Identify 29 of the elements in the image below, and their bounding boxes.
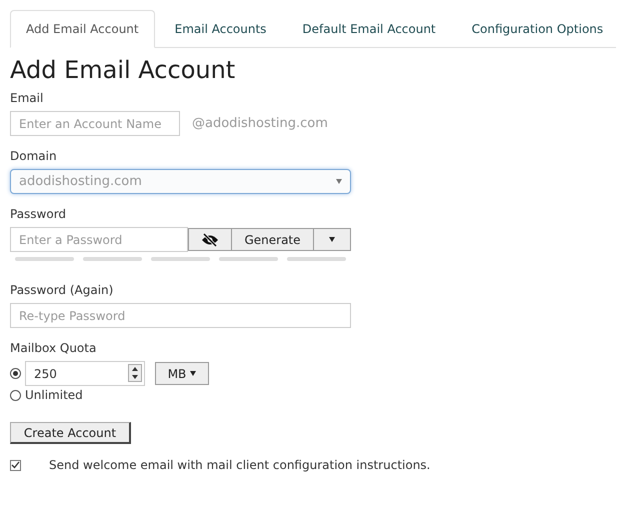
- caret-icon: [336, 179, 342, 184]
- field-label: Password (Again): [10, 283, 114, 297]
- tab[interactable]: Email Accounts: [158, 10, 282, 48]
- spinner-icon[interactable]: [127, 361, 145, 386]
- field-label: Domain: [10, 149, 58, 163]
- checkbox[interactable]: [10, 460, 21, 470]
- caret-icon: [190, 371, 196, 376]
- eye-slash-icon: [201, 232, 219, 246]
- radio-button[interactable]: [10, 368, 21, 379]
- quota-field[interactable]: 250: [25, 361, 127, 386]
- toggle-visibility-button[interactable]: [188, 228, 231, 251]
- tab[interactable]: Add Email Account: [10, 10, 155, 48]
- page-heading: Add Email Account: [10, 56, 236, 84]
- checkbox-label: Send welcome email with mail client configuration instructions.: [49, 458, 430, 472]
- field-label: Email: [10, 91, 44, 105]
- caret-icon: [329, 237, 335, 242]
- tab[interactable]: Configuration Options: [456, 10, 620, 48]
- unit-dropdown[interactable]: MB: [155, 362, 209, 385]
- field-label: Password: [10, 207, 68, 221]
- confirm-password-field[interactable]: Re-type Password: [10, 303, 351, 328]
- radio-button[interactable]: [10, 390, 21, 400]
- tab[interactable]: Default Email Account: [286, 10, 452, 48]
- account-name-field[interactable]: Enter an Account Name: [10, 111, 180, 136]
- password-field[interactable]: Enter a Password: [10, 227, 188, 252]
- generate-button[interactable]: Generate: [231, 228, 313, 251]
- create-account-button[interactable]: Create Account: [10, 422, 131, 444]
- radio-label: Unlimited: [25, 388, 83, 402]
- domain-suffix: @adodishosting.com: [192, 116, 328, 131]
- field-label: Mailbox Quota: [10, 341, 98, 355]
